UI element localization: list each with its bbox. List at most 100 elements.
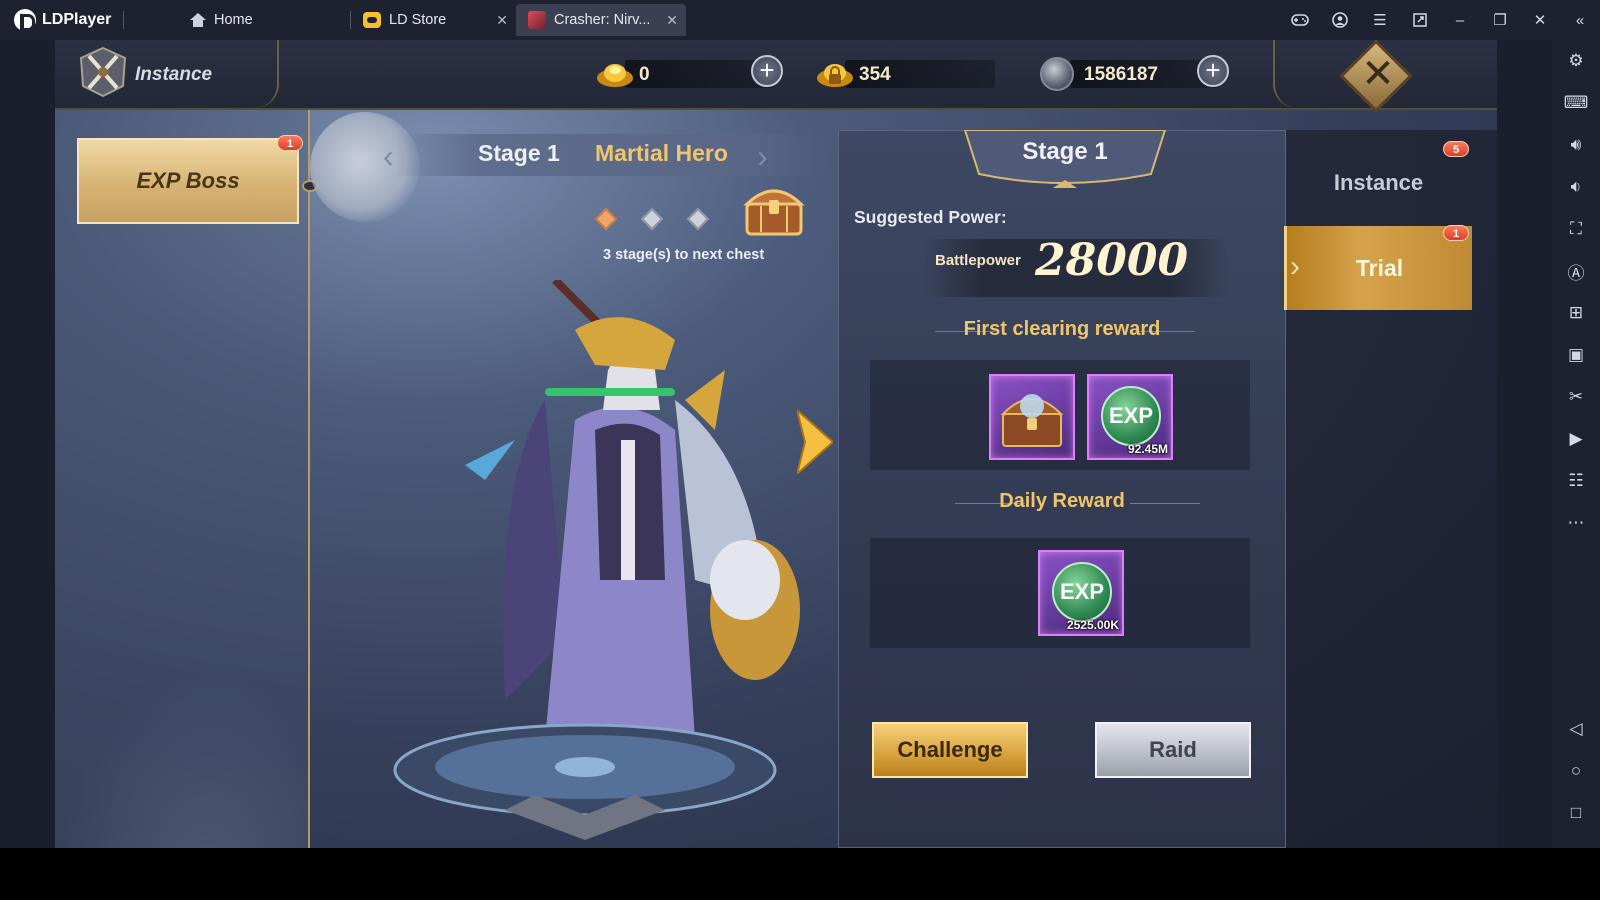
selected-chevron-icon: › xyxy=(1290,250,1300,283)
resize-window-icon[interactable] xyxy=(1400,0,1440,40)
game-viewport: Instance 0 + 354 1586187 + ✕ EXP Boss 1 … xyxy=(55,40,1497,848)
list-item-label: EXP Boss xyxy=(136,168,240,193)
battlepower-label: Battlepower xyxy=(935,252,1021,269)
close-icon[interactable]: ✕ xyxy=(1358,54,1398,94)
ribbon-left-chevron-icon: ‹ xyxy=(383,138,394,174)
apk-install-icon[interactable]: ▣ xyxy=(1552,334,1600,376)
tab-home-label: Home xyxy=(214,12,253,28)
viewport-margin-left xyxy=(0,40,55,848)
notification-badge: 1 xyxy=(277,135,303,151)
back-nav-icon[interactable]: ◁ xyxy=(1552,708,1600,750)
notification-badge: 5 xyxy=(1443,141,1469,157)
ldplayer-brand: LDPlayer xyxy=(0,9,160,31)
record-video-icon[interactable]: ▶ xyxy=(1552,418,1600,460)
brand-divider xyxy=(123,11,125,29)
tab-store-label: LD Store xyxy=(389,12,447,28)
daily-reward-item-exp[interactable]: EXP 2525.00K xyxy=(1038,550,1124,636)
tab-close-icon[interactable]: ✕ xyxy=(666,12,678,29)
gamepad-icon[interactable] xyxy=(1280,0,1320,40)
first-clear-title: First clearing reward xyxy=(963,318,1161,340)
daily-reward-title: Daily Reward xyxy=(999,490,1125,512)
account-icon[interactable] xyxy=(1320,0,1360,40)
header-ornament-right xyxy=(1273,40,1297,108)
resource-silver: 1586187 xyxy=(1040,57,1220,91)
add-window-icon[interactable]: ⊞ xyxy=(1552,292,1600,334)
scissors-icon[interactable]: ✂ xyxy=(1552,376,1600,418)
progress-dot xyxy=(640,207,664,231)
bound-gold-icon xyxy=(817,64,853,87)
detail-stage-title: Stage 1 xyxy=(1022,138,1108,165)
reward-item-exp[interactable]: EXP 92.45M xyxy=(1087,374,1173,460)
silver-value: 1586187 xyxy=(1084,64,1158,85)
recents-nav-icon[interactable]: □ xyxy=(1552,792,1600,834)
game-app-icon xyxy=(528,11,546,29)
page-title: Instance xyxy=(135,64,213,85)
next-arrow-icon[interactable] xyxy=(797,410,833,474)
brand-label: LDPlayer xyxy=(42,11,112,28)
settings-gear-icon[interactable]: ⚙ xyxy=(1552,40,1600,82)
ldplayer-logo-icon xyxy=(14,9,36,31)
silver-coin-icon xyxy=(1040,57,1074,91)
treasure-chest-icon[interactable] xyxy=(743,180,805,238)
suggested-power-label: Suggested Power: xyxy=(854,207,1007,227)
resource-gold: 0 xyxy=(595,60,775,90)
bound-gold-value: 354 xyxy=(859,64,891,85)
raid-button[interactable]: Raid xyxy=(1095,722,1251,778)
viewport-margin-bottom xyxy=(0,848,1600,900)
treasure-chest-icon xyxy=(1000,394,1064,447)
exp-orb-icon: EXP xyxy=(1052,562,1112,622)
home-nav-icon[interactable]: ○ xyxy=(1552,750,1600,792)
close-window-icon[interactable]: ✕ xyxy=(1520,0,1560,40)
item-quantity: 2525.00K xyxy=(1066,618,1119,632)
chest-progress xyxy=(594,207,710,231)
volume-down-icon[interactable]: 🔉︎ xyxy=(1552,166,1600,208)
hero-pedestal xyxy=(393,723,777,840)
tab-trial[interactable]: Trial xyxy=(1284,226,1472,310)
add-silver-button[interactable]: + xyxy=(1197,55,1229,87)
collapse-sidebar-icon[interactable]: « xyxy=(1560,0,1600,40)
gold-ingot-icon xyxy=(597,64,633,87)
reward-item-chest[interactable] xyxy=(989,374,1075,460)
auto-script-icon[interactable]: Ⓐ xyxy=(1552,250,1600,292)
keyboard-icon[interactable]: ⌨ xyxy=(1552,82,1600,124)
list-item-exp-boss[interactable]: EXP Boss xyxy=(77,138,299,224)
add-gold-button[interactable]: + xyxy=(751,55,783,87)
item-quantity: 92.45M xyxy=(1127,442,1168,456)
screenshot-icon[interactable]: ⛶ xyxy=(1552,208,1600,250)
tab-home[interactable]: Home xyxy=(160,4,350,36)
window-controls: ☰ – ❐ ✕ « xyxy=(1280,0,1600,40)
restore-icon[interactable]: ❐ xyxy=(1480,0,1520,40)
tab-crasher[interactable]: Crasher: Nirv... ✕ xyxy=(516,4,686,36)
header-ornament-left xyxy=(255,40,279,108)
progress-dot xyxy=(594,207,618,231)
sync-operations-icon[interactable]: ☷ xyxy=(1552,460,1600,502)
tab-game-label: Crasher: Nirv... xyxy=(554,12,651,28)
instance-list-panel: EXP Boss 1 xyxy=(55,110,310,848)
challenge-button[interactable]: Challenge xyxy=(872,722,1028,778)
volume-up-icon[interactable]: 🔊︎ xyxy=(1552,124,1600,166)
gold-value: 0 xyxy=(639,64,650,85)
exp-orb-icon: EXP xyxy=(1101,386,1161,446)
tab-ld-store[interactable]: LD Store ✕ xyxy=(351,4,516,36)
more-options-icon[interactable]: ⋯ xyxy=(1552,502,1600,544)
emulator-toolbar: ⚙ ⌨ 🔊︎ 🔉︎ ⛶ Ⓐ ⊞ ▣ ✂ ▶ ☷ ⋯ ◁ ○ □ xyxy=(1552,40,1600,848)
notification-badge: 1 xyxy=(1443,225,1469,241)
ribbon-stage-label: Stage 1 xyxy=(478,140,560,166)
crossed-swords-emblem-icon xyxy=(79,46,127,98)
store-gamepad-icon xyxy=(363,12,381,28)
tab-instance[interactable]: Instance xyxy=(1286,148,1471,218)
tab-close-icon[interactable]: ✕ xyxy=(496,12,508,29)
home-icon xyxy=(190,13,206,27)
viewport-margin-right xyxy=(1497,40,1552,848)
progress-dot xyxy=(686,207,710,231)
game-header: Instance 0 + 354 1586187 + ✕ xyxy=(55,40,1497,113)
menu-icon[interactable]: ☰ xyxy=(1360,0,1400,40)
emulator-title-bar: LDPlayer Home LD Store ✕ Crasher: Nirv..… xyxy=(0,0,1600,40)
ribbon-hero-name: Martial Hero xyxy=(595,140,728,166)
battlepower-value: 28000 xyxy=(1035,235,1189,286)
ribbon-right-chevron-icon: › xyxy=(757,138,768,174)
background-scenery xyxy=(55,670,310,848)
next-chest-note: 3 stage(s) to next chest xyxy=(603,247,765,263)
minimize-icon[interactable]: – xyxy=(1440,0,1480,40)
resource-bound-gold: 354 xyxy=(815,60,995,90)
